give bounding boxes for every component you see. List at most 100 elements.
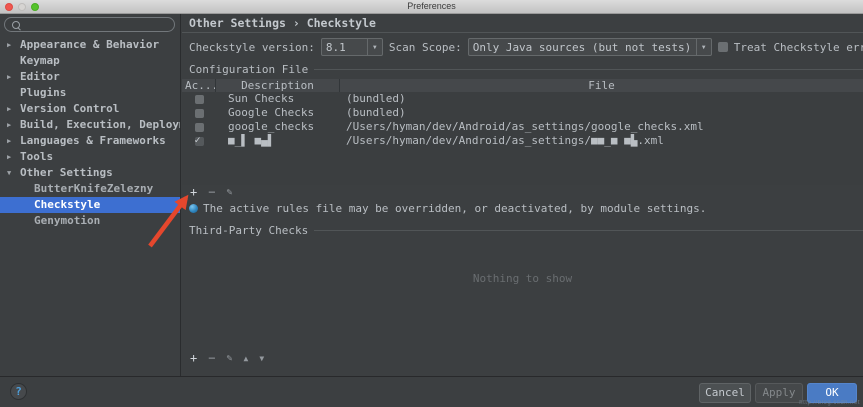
minimize-window-icon[interactable] (18, 3, 26, 11)
scan-scope-value: Only Java sources (but not tests) (469, 41, 696, 54)
sidebar-item[interactable]: Genymotion (0, 213, 180, 229)
sidebar-item-label: Checkstyle (34, 198, 100, 211)
row-file: (bundled) (340, 106, 863, 120)
sidebar-item-label: Keymap (20, 54, 60, 67)
close-window-icon[interactable] (5, 3, 13, 11)
edit-icon[interactable]: ✎ (226, 186, 232, 199)
active-checkbox[interactable] (195, 109, 204, 118)
table-row[interactable]: google_checks /Users/hyman/dev/Android/a… (182, 120, 863, 134)
move-up-icon[interactable]: ▲ (244, 352, 249, 365)
sidebar-item-label: Plugins (20, 86, 66, 99)
add-icon[interactable]: + (190, 352, 197, 365)
info-message-row: The active rules file may be overridden,… (189, 202, 706, 215)
tree-toggle-icon[interactable]: ▶ (7, 133, 18, 149)
active-checkbox[interactable] (195, 137, 204, 146)
tree-toggle-icon[interactable]: ▶ (7, 37, 18, 53)
sidebar-item-label: Tools (20, 150, 53, 163)
treat-errors-label: Treat Checkstyle errors as wa (734, 41, 863, 54)
configuration-file-title: Configuration File (189, 63, 863, 76)
search-icon (12, 21, 20, 29)
sidebar-item-label: ButterKnifeZelezny (34, 182, 153, 195)
row-file: /Users/hyman/dev/Android/as_settings/■■_… (340, 134, 863, 148)
row-file: /Users/hyman/dev/Android/as_settings/goo… (340, 120, 863, 134)
row-description: Sun Checks (216, 92, 340, 106)
column-active[interactable]: Ac... (182, 79, 216, 92)
add-icon[interactable]: + (190, 186, 197, 199)
sidebar-item-label: Genymotion (34, 214, 100, 227)
move-down-icon[interactable]: ▼ (259, 352, 264, 365)
row-description: ■_▌ ■▄▌ (216, 134, 340, 148)
active-checkbox[interactable] (195, 123, 204, 132)
apply-button[interactable]: Apply (755, 383, 803, 403)
row-file: (bundled) (340, 92, 863, 106)
table-row[interactable]: ■_▌ ■▄▌ /Users/hyman/dev/Android/as_sett… (182, 134, 863, 148)
checkstyle-panel: Other Settings › Checkstyle Checkstyle v… (182, 14, 863, 376)
breadcrumb: Other Settings › Checkstyle (189, 16, 376, 30)
checkstyle-version-select[interactable]: 8.1 ▼ (321, 38, 383, 56)
tree-toggle-icon[interactable]: ▶ (7, 117, 18, 133)
chevron-down-icon: ▼ (696, 39, 711, 55)
row-description: google_checks (216, 120, 340, 134)
sidebar-item[interactable]: ▶ Appearance & Behavior (0, 37, 180, 53)
table-row[interactable]: Google Checks (bundled) (182, 106, 863, 120)
sidebar-item[interactable]: ▶ Tools (0, 149, 180, 165)
remove-icon[interactable]: − (208, 352, 215, 365)
sidebar-item[interactable]: ▶ Editor (0, 69, 180, 85)
chevron-down-icon: ▼ (367, 39, 382, 55)
header-divider (182, 32, 863, 33)
info-icon (189, 204, 198, 213)
controls-row: Checkstyle version: 8.1 ▼ Scan Scope: On… (189, 37, 863, 57)
column-description[interactable]: Description (216, 79, 340, 92)
sidebar-item[interactable]: ▶ Build, Execution, Deployme (0, 117, 180, 133)
edit-icon[interactable]: ✎ (226, 352, 232, 365)
version-label: Checkstyle version: (189, 41, 315, 54)
remove-icon[interactable]: − (208, 186, 215, 199)
tree-toggle-icon[interactable]: ▼ (7, 165, 18, 181)
third-party-label: Third-Party Checks (189, 224, 308, 237)
scan-scope-select[interactable]: Only Java sources (but not tests) ▼ (468, 38, 712, 56)
sidebar-item[interactable]: Keymap (0, 53, 180, 69)
sidebar-item[interactable]: ▶ Languages & Frameworks (0, 133, 180, 149)
configuration-file-table: Ac... Description File Sun Checks (bundl… (182, 79, 863, 185)
table-header: Ac... Description File (182, 79, 863, 92)
window-title: Preferences (0, 0, 863, 13)
sidebar-item-label: Version Control (20, 102, 119, 115)
settings-sidebar: ▶ Appearance & Behavior Keymap ▶ Editor … (0, 14, 181, 376)
row-description: Google Checks (216, 106, 340, 120)
scan-scope-label: Scan Scope: (389, 41, 462, 54)
watermark-text: http://blog.csdn.net (799, 400, 860, 406)
column-file[interactable]: File (340, 79, 863, 92)
sidebar-item[interactable]: ▼ Other Settings (0, 165, 180, 181)
third-party-toolbar: + − ✎ ▲ ▼ (190, 352, 264, 365)
configuration-file-label: Configuration File (189, 63, 308, 76)
sidebar-item[interactable]: Plugins (0, 85, 180, 101)
search-input[interactable] (4, 17, 175, 32)
sidebar-item-label: Editor (20, 70, 60, 83)
cancel-button[interactable]: Cancel (699, 383, 751, 403)
sidebar-item[interactable]: ▶ Version Control (0, 101, 180, 117)
sidebar-item-label: Languages & Frameworks (20, 134, 166, 147)
tree-toggle-icon[interactable]: ▶ (7, 69, 18, 85)
settings-tree: ▶ Appearance & Behavior Keymap ▶ Editor … (0, 37, 180, 229)
dialog-footer: ? Cancel Apply OK (0, 376, 863, 407)
title-bar: Preferences (0, 0, 863, 14)
third-party-title: Third-Party Checks (189, 224, 863, 237)
third-party-empty-text: Nothing to show (182, 272, 863, 285)
tree-toggle-icon[interactable]: ▶ (7, 101, 18, 117)
tree-toggle-icon[interactable]: ▶ (7, 149, 18, 165)
sidebar-item-label: Other Settings (20, 166, 113, 179)
zoom-window-icon[interactable] (31, 3, 39, 11)
sidebar-item[interactable]: ButterKnifeZelezny (0, 181, 180, 197)
checkstyle-version-value: 8.1 (322, 41, 367, 54)
table-body: Sun Checks (bundled) Google Checks (bund… (182, 92, 863, 148)
preferences-window: Preferences ▶ Appearance & Behavior Keym… (0, 0, 863, 407)
sidebar-item-label: Appearance & Behavior (20, 38, 159, 51)
table-row[interactable]: Sun Checks (bundled) (182, 92, 863, 106)
treat-errors-checkbox[interactable] (718, 42, 728, 52)
config-toolbar: + − ✎ (190, 186, 233, 199)
active-checkbox[interactable] (195, 95, 204, 104)
info-message: The active rules file may be overridden,… (203, 202, 706, 215)
sidebar-item[interactable]: Checkstyle (0, 197, 180, 213)
help-button[interactable]: ? (10, 383, 27, 400)
sidebar-item-label: Build, Execution, Deployme (20, 118, 180, 131)
